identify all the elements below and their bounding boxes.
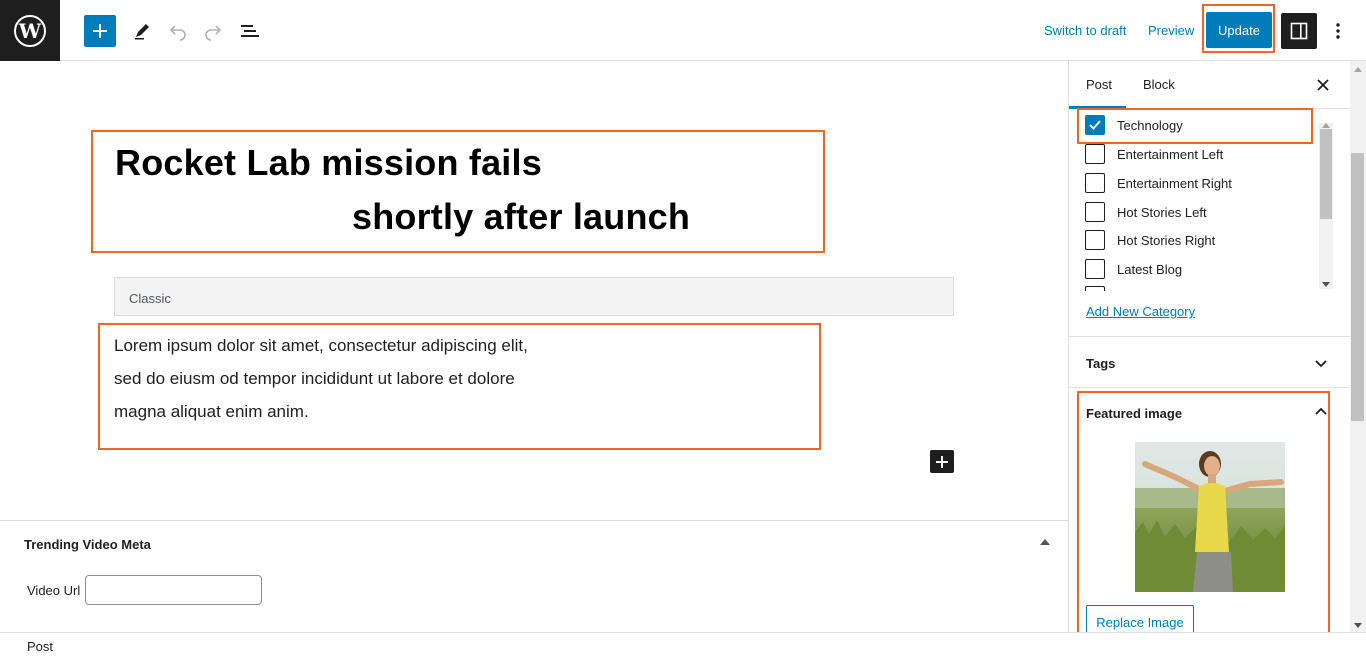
category-label: Entertainment Right xyxy=(1117,175,1232,191)
checkbox[interactable] xyxy=(1085,230,1105,250)
more-vertical-icon xyxy=(1336,23,1340,39)
wordpress-logo-icon: W xyxy=(14,14,46,47)
category-label: Latest Blog xyxy=(1117,261,1183,277)
replace-image-button[interactable]: Replace Image xyxy=(1086,605,1194,632)
checkbox[interactable] xyxy=(1085,202,1105,222)
breadcrumb-post[interactable]: Post xyxy=(27,639,53,654)
category-item[interactable] xyxy=(1085,285,1105,291)
scroll-down-arrow-icon[interactable] xyxy=(1322,282,1330,287)
plus-icon xyxy=(936,455,948,468)
category-item[interactable]: Entertainment Right xyxy=(1085,172,1232,194)
scroll-down-arrow-icon[interactable] xyxy=(1354,623,1362,628)
post-body-text[interactable]: Lorem ipsum dolor sit amet, consectetur … xyxy=(114,329,554,428)
update-button[interactable]: Update xyxy=(1206,12,1272,48)
options-menu-button[interactable] xyxy=(1328,19,1348,43)
wordpress-logo-button[interactable]: W xyxy=(0,0,60,61)
post-title-line-1[interactable]: Rocket Lab mission fails xyxy=(115,142,542,184)
tags-panel-title[interactable]: Tags xyxy=(1086,356,1115,371)
category-label: Hot Stories Left xyxy=(1117,204,1207,220)
scrollbar-thumb[interactable] xyxy=(1351,153,1364,421)
category-item[interactable]: Hot Stories Right xyxy=(1085,229,1215,251)
category-scrollbar[interactable] xyxy=(1319,123,1333,289)
featured-image-panel-title[interactable]: Featured image xyxy=(1086,406,1182,421)
video-url-input[interactable] xyxy=(85,575,262,605)
sidebar-scrollbar[interactable] xyxy=(1350,61,1366,632)
chevron-up-icon[interactable] xyxy=(1313,404,1329,420)
scrollbar-thumb[interactable] xyxy=(1320,129,1332,219)
scroll-up-arrow-icon[interactable] xyxy=(1354,67,1362,72)
video-url-label: Video Url xyxy=(27,583,81,598)
tab-block[interactable]: Block xyxy=(1143,77,1175,92)
category-item[interactable]: Entertainment Left xyxy=(1085,143,1223,165)
document-overview-button[interactable] xyxy=(238,19,262,43)
checkbox[interactable] xyxy=(1085,259,1105,279)
divider xyxy=(1069,336,1350,337)
add-block-button[interactable] xyxy=(84,15,116,47)
checkbox[interactable] xyxy=(1085,286,1105,291)
classic-block-toolbar[interactable]: Classic xyxy=(114,277,954,316)
category-item[interactable]: Hot Stories Left xyxy=(1085,201,1207,223)
preview-button[interactable]: Preview xyxy=(1148,23,1194,38)
category-label: Hot Stories Right xyxy=(1117,232,1216,248)
checkbox[interactable] xyxy=(1085,144,1105,164)
pencil-icon xyxy=(135,24,149,40)
close-icon xyxy=(1317,79,1329,91)
add-new-category-link[interactable]: Add New Category xyxy=(1086,304,1195,319)
trending-video-meta-box: Trending Video Meta Video Url xyxy=(0,520,1068,632)
meta-box-title: Trending Video Meta xyxy=(24,537,151,552)
close-sidebar-button[interactable] xyxy=(1311,73,1335,97)
chevron-down-icon[interactable] xyxy=(1313,355,1329,371)
category-label: Entertainment Left xyxy=(1117,146,1224,162)
sidebar-icon xyxy=(1290,22,1308,40)
post-title-line-2[interactable]: shortly after launch xyxy=(352,196,690,238)
redo-icon xyxy=(205,25,222,41)
settings-sidebar-toggle[interactable] xyxy=(1281,13,1317,49)
editor-toolbar: W Switch to draft Preview Update xyxy=(0,0,1366,61)
plus-icon xyxy=(93,24,107,38)
divider xyxy=(1069,387,1350,388)
checkbox[interactable] xyxy=(1085,173,1105,193)
inline-add-block-button[interactable] xyxy=(930,450,954,473)
tab-post[interactable]: Post xyxy=(1086,77,1112,92)
featured-image-thumbnail[interactable] xyxy=(1135,442,1285,592)
block-breadcrumb-bar: Post xyxy=(0,632,1366,657)
edit-tools-button[interactable] xyxy=(130,19,154,43)
collapse-caret-icon[interactable] xyxy=(1040,539,1050,545)
settings-sidebar: Post Block Technology Entertainment Left… xyxy=(1068,61,1350,632)
category-item[interactable]: Latest Blog xyxy=(1085,258,1182,280)
scroll-up-arrow-icon[interactable] xyxy=(1322,123,1330,128)
undo-icon xyxy=(169,25,186,41)
switch-to-draft-button[interactable]: Switch to draft xyxy=(1044,23,1126,38)
undo-button[interactable] xyxy=(166,19,190,43)
redo-button[interactable] xyxy=(201,19,225,43)
sidebar-tabs: Post Block xyxy=(1069,61,1350,109)
technology-highlight xyxy=(1077,108,1313,144)
list-view-icon xyxy=(241,25,259,37)
featured-image-picture xyxy=(1135,442,1285,592)
